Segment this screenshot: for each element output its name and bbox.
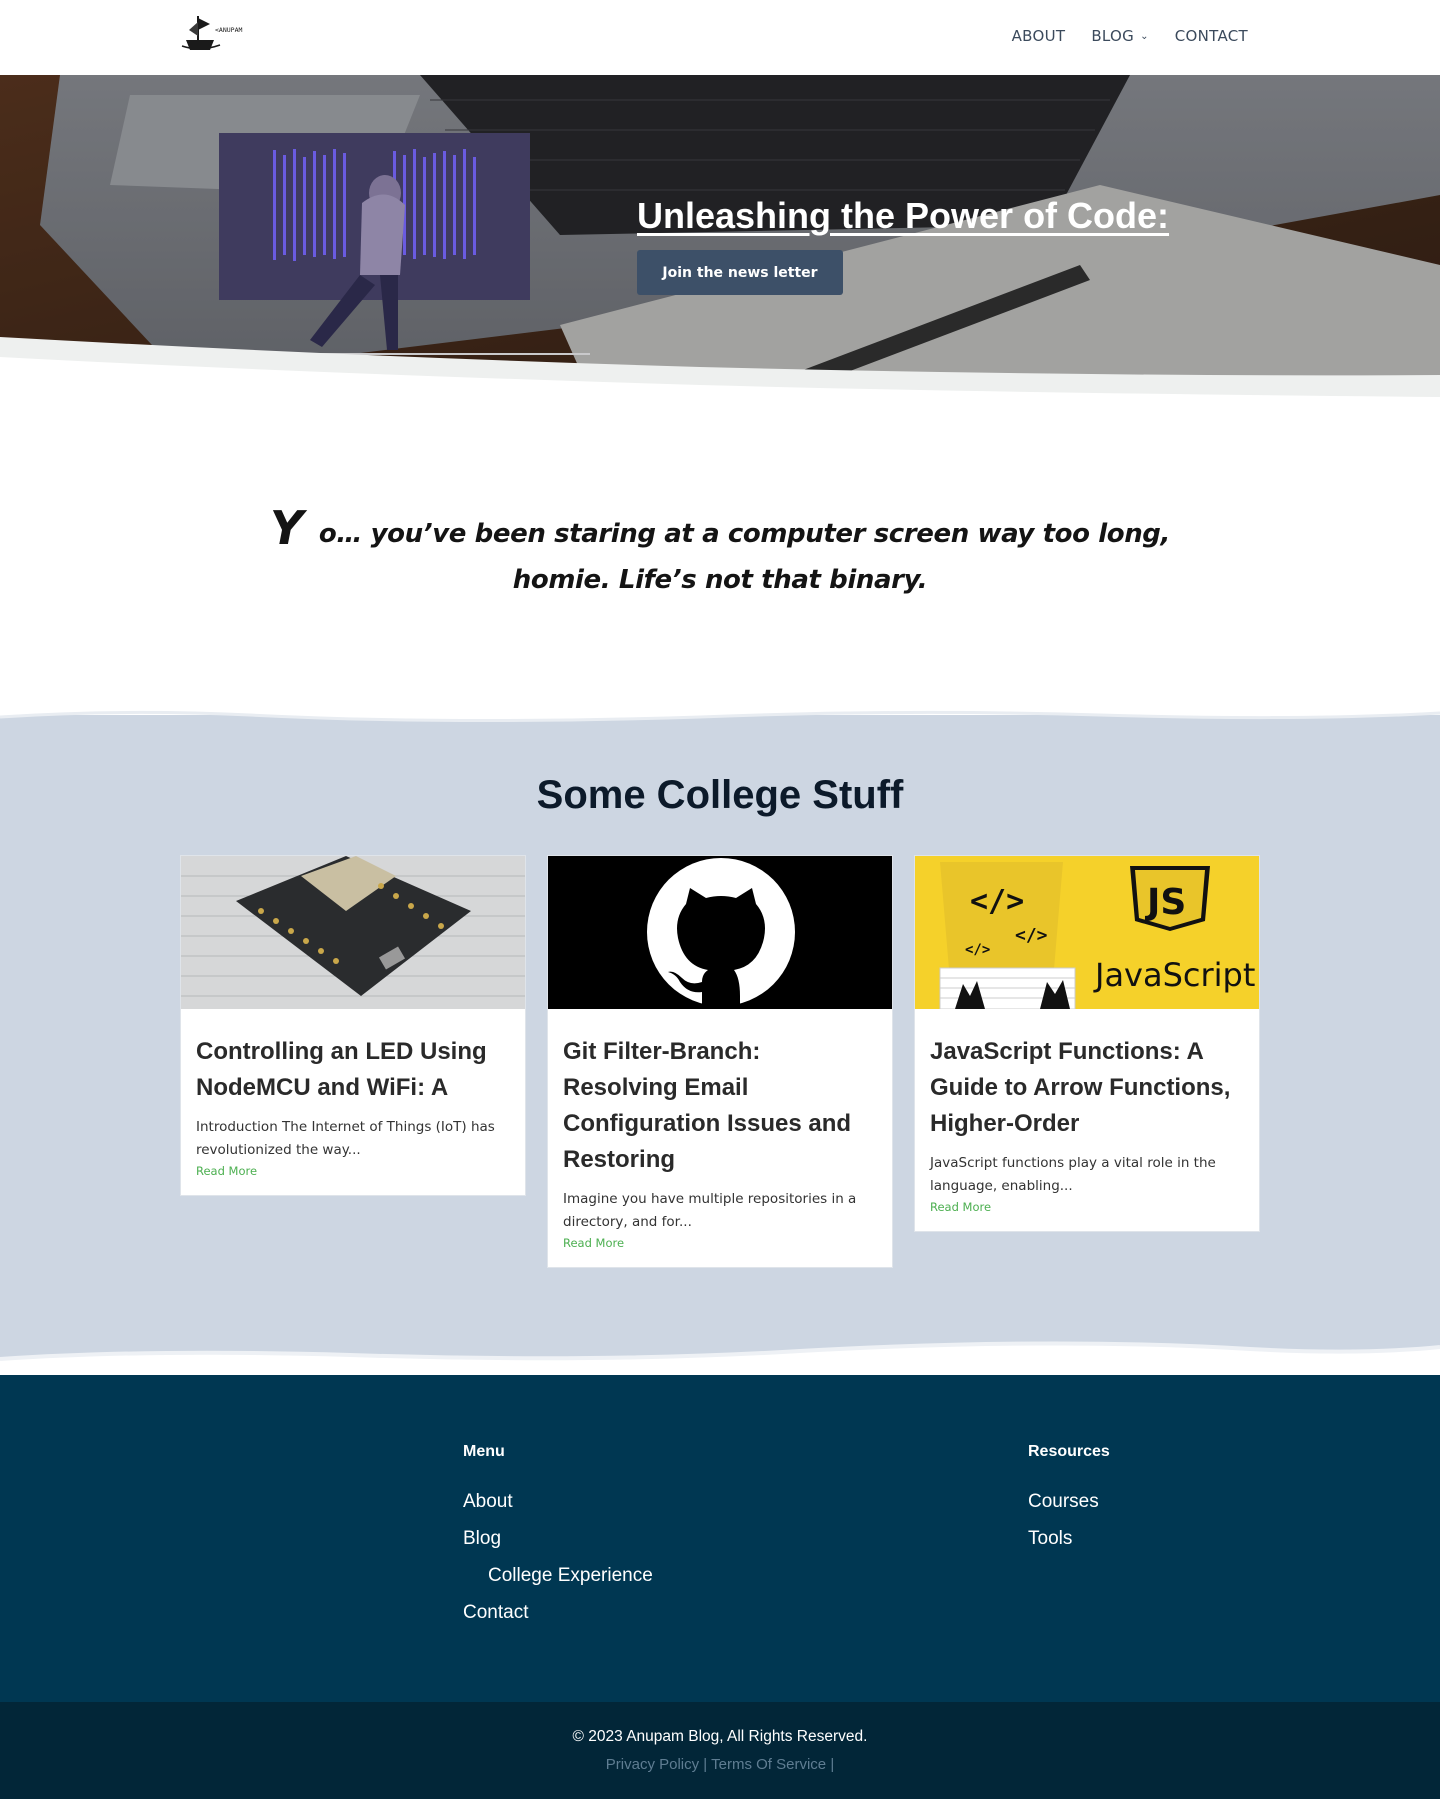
footer-menu-heading: Menu: [463, 1443, 505, 1460]
github-icon: [548, 856, 892, 1009]
footer-link-contact[interactable]: Contact: [463, 1594, 653, 1631]
main-nav: ABOUT BLOG ⌄ CONTACT: [1012, 27, 1248, 45]
site-footer: Menu About Blog College Experience Conta…: [0, 1375, 1440, 1799]
nav-blog[interactable]: BLOG ⌄: [1091, 27, 1148, 45]
post-title[interactable]: JavaScript Functions: A Guide to Arrow F…: [930, 1034, 1244, 1142]
footer-link-blog[interactable]: Blog: [463, 1520, 653, 1557]
college-section: Some College Stuff Controlling an LED Us…: [0, 703, 1440, 1375]
hero-background-image: [0, 75, 1440, 415]
terms-of-service-link[interactable]: Terms Of Service: [711, 1756, 826, 1773]
nav-about[interactable]: ABOUT: [1012, 27, 1066, 45]
footer-resources-heading: Resources: [1028, 1443, 1110, 1460]
footer-resources: Resources Courses Tools: [1028, 1443, 1110, 1557]
post-cards: Controlling an LED Using NodeMCU and WiF…: [180, 855, 1260, 1268]
legal-links: Privacy Policy | Terms Of Service |: [0, 1756, 1440, 1773]
logo-text: <ANUPAM />: [215, 26, 246, 34]
footer-main: Menu About Blog College Experience Conta…: [0, 1375, 1440, 1702]
post-card-body: Controlling an LED Using NodeMCU and WiF…: [181, 1009, 525, 1195]
hero-title: Unleashing the Power of Code:: [637, 195, 1170, 236]
footer-link-tools[interactable]: Tools: [1028, 1520, 1110, 1557]
svg-text:</>: </>: [965, 942, 990, 958]
read-more-link[interactable]: Read More: [563, 1236, 624, 1250]
site-logo[interactable]: <ANUPAM />: [180, 10, 246, 52]
post-excerpt: Introduction The Internet of Things (IoT…: [196, 1119, 495, 1158]
quote-drop-letter: Y: [270, 501, 303, 555]
site-header: <ANUPAM /> ABOUT BLOG ⌄ CONTACT: [0, 0, 1440, 75]
post-card-body: JavaScript Functions: A Guide to Arrow F…: [915, 1009, 1259, 1231]
footer-link-college-experience[interactable]: College Experience: [463, 1557, 653, 1594]
post-excerpt: Imagine you have multiple repositories i…: [563, 1191, 857, 1230]
join-newsletter-button[interactable]: Join the news letter: [637, 250, 843, 295]
section-title: Some College Stuff: [536, 773, 904, 817]
post-title[interactable]: Git Filter-Branch: Resolving Email Confi…: [563, 1034, 877, 1178]
post-card[interactable]: Controlling an LED Using NodeMCU and WiF…: [180, 855, 526, 1196]
footer-link-about[interactable]: About: [463, 1483, 653, 1520]
post-excerpt: JavaScript functions play a vital role i…: [930, 1155, 1216, 1194]
footer-menu: Menu About Blog College Experience Conta…: [463, 1443, 653, 1631]
post-card-body: Git Filter-Branch: Resolving Email Confi…: [548, 1009, 892, 1267]
svg-text:JS: JS: [1144, 882, 1186, 923]
post-title[interactable]: Controlling an LED Using NodeMCU and WiF…: [196, 1034, 510, 1106]
legal-separator: |: [830, 1756, 835, 1773]
read-more-link[interactable]: Read More: [930, 1200, 991, 1214]
footer-bottom-bar: © 2023 Anupam Blog, All Rights Reserved.…: [0, 1702, 1440, 1799]
privacy-policy-link[interactable]: Privacy Policy: [606, 1756, 699, 1773]
post-card[interactable]: Git Filter-Branch: Resolving Email Confi…: [547, 855, 893, 1268]
read-more-link[interactable]: Read More: [196, 1164, 257, 1178]
post-image-nodemcu[interactable]: [181, 856, 525, 1009]
hero-banner: Unleashing the Power of Code: Join the n…: [0, 75, 1440, 415]
legal-separator: |: [703, 1756, 708, 1773]
section-wave-top: [0, 703, 1440, 723]
chevron-down-icon: ⌄: [1140, 30, 1149, 42]
nav-contact[interactable]: CONTACT: [1175, 27, 1248, 45]
footer-link-courses[interactable]: Courses: [1028, 1483, 1110, 1520]
quote-body: o… you’ve been staring at a computer scr…: [318, 519, 1170, 595]
svg-text:</>: </>: [1015, 925, 1048, 946]
section-wave-bottom: [0, 1341, 1440, 1375]
post-image-javascript[interactable]: </> </> </> JS JavaScript: [915, 856, 1259, 1009]
post-card[interactable]: </> </> </> JS JavaScript JavaScript Fun…: [914, 855, 1260, 1232]
javascript-image-text: JavaScript: [1093, 956, 1255, 994]
svg-text:</>: </>: [970, 884, 1024, 919]
quote-section: Yo… you’ve been staring at a computer sc…: [0, 415, 1440, 715]
post-image-github[interactable]: [548, 856, 892, 1009]
copyright-text: © 2023 Anupam Blog, All Rights Reserved.: [572, 1728, 868, 1745]
quote-text: Yo… you’ve been staring at a computer sc…: [240, 505, 1200, 603]
nav-blog-label: BLOG: [1091, 27, 1135, 45]
